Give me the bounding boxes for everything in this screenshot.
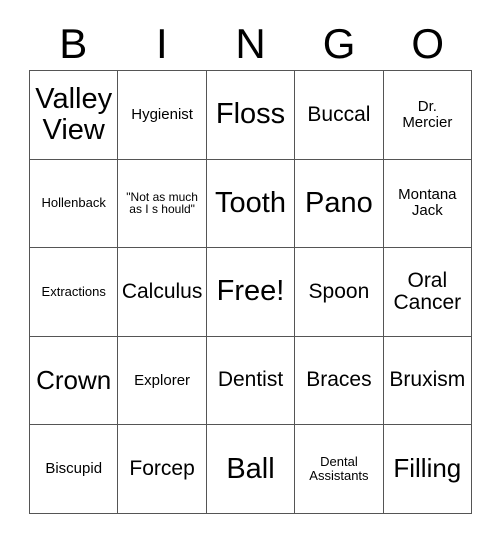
bingo-cell-g3[interactable]: Spoon — [295, 248, 384, 337]
bingo-cell-b4[interactable]: Crown — [30, 336, 119, 426]
bingo-cell-n2[interactable]: Tooth — [206, 159, 296, 249]
bingo-cell-i4[interactable]: Explorer — [118, 336, 207, 426]
bingo-grid: Valley View Hygienist Floss Buccal Dr. M… — [29, 70, 473, 514]
bingo-row-4: Crown Explorer Dentist Braces Bruxism — [30, 336, 473, 426]
bingo-cell-label: Explorer — [134, 371, 191, 389]
bingo-row-3: Extractions Calculus Free! Spoon Oral Ca… — [30, 248, 473, 337]
bingo-cell-g2[interactable]: Pano — [295, 159, 384, 249]
bingo-cell-label: Hygienist — [131, 105, 193, 123]
bingo-cell-label: Dr. Mercier — [402, 97, 453, 131]
bingo-header-letter-g: G — [322, 20, 356, 67]
bingo-cell-o1[interactable]: Dr. Mercier — [383, 71, 473, 160]
bingo-header-letter-b: B — [59, 20, 88, 67]
bingo-cell-label: Filling — [393, 453, 462, 484]
bingo-cell-i1[interactable]: Hygienist — [118, 71, 207, 160]
bingo-cell-free-space[interactable]: Free! — [206, 248, 296, 337]
bingo-cell-label: Tooth — [215, 186, 286, 219]
bingo-cell-label: Dental Assistants — [309, 454, 369, 484]
bingo-cell-label: Calculus — [121, 279, 203, 303]
bingo-cell-o3[interactable]: Oral Cancer — [383, 248, 473, 337]
bingo-cell-label: Montana Jack — [398, 186, 457, 220]
bingo-cell-label: Extractions — [41, 284, 106, 300]
bingo-cell-label: Pano — [305, 186, 373, 219]
bingo-header-row: B I N G O — [29, 18, 472, 70]
bingo-cell-label: Hollenback — [41, 195, 106, 211]
bingo-cell-n4[interactable]: Dentist — [206, 336, 296, 426]
bingo-row-2: Hollenback "Not as much as I s hould" To… — [30, 159, 473, 249]
bingo-cell-label: Ball — [226, 452, 275, 485]
bingo-cell-b1[interactable]: Valley View — [30, 71, 119, 160]
bingo-cell-b2[interactable]: Hollenback — [30, 159, 119, 249]
bingo-cell-g1[interactable]: Buccal — [295, 71, 384, 160]
bingo-cell-label: Valley View — [35, 82, 113, 146]
bingo-cell-label: Forcep — [129, 456, 195, 480]
bingo-cell-g4[interactable]: Braces — [295, 336, 384, 426]
bingo-header-letter-n: N — [235, 20, 266, 67]
bingo-cell-n5[interactable]: Ball — [206, 425, 296, 514]
bingo-cell-b3[interactable]: Extractions — [30, 248, 119, 337]
bingo-cell-i2[interactable]: "Not as much as I s hould" — [118, 159, 207, 249]
bingo-cell-i5[interactable]: Forcep — [118, 425, 207, 514]
bingo-cell-g5[interactable]: Dental Assistants — [295, 425, 384, 514]
bingo-header-letter-i: I — [156, 20, 168, 67]
bingo-header-letter-o: O — [411, 20, 444, 67]
bingo-free-space-label: Free! — [216, 275, 285, 308]
bingo-cell-label: Biscupid — [45, 460, 103, 478]
bingo-cell-i3[interactable]: Calculus — [118, 248, 207, 337]
bingo-cell-label: Dentist — [217, 368, 284, 392]
bingo-cell-label: Spoon — [308, 279, 370, 303]
bingo-row-1: Valley View Hygienist Floss Buccal Dr. M… — [30, 71, 473, 160]
bingo-cell-label: Braces — [306, 368, 372, 392]
bingo-cell-o5[interactable]: Filling — [383, 425, 473, 514]
bingo-cell-label: Bruxism — [389, 368, 466, 392]
bingo-cell-b5[interactable]: Biscupid — [30, 425, 119, 514]
bingo-cell-o4[interactable]: Bruxism — [383, 336, 473, 426]
bingo-cell-o2[interactable]: Montana Jack — [383, 159, 473, 249]
bingo-row-5: Biscupid Forcep Ball Dental Assistants F… — [30, 425, 473, 514]
bingo-cell-label: "Not as much as I s hould" — [126, 189, 198, 217]
bingo-cell-label: Buccal — [307, 102, 371, 126]
bingo-cell-label: Oral Cancer — [393, 268, 462, 314]
bingo-card: B I N G O Valley View Hygienist Floss Bu… — [0, 0, 500, 544]
bingo-cell-label: Crown — [36, 364, 112, 395]
bingo-cell-n1[interactable]: Floss — [206, 71, 296, 160]
bingo-cell-label: Floss — [215, 98, 286, 131]
